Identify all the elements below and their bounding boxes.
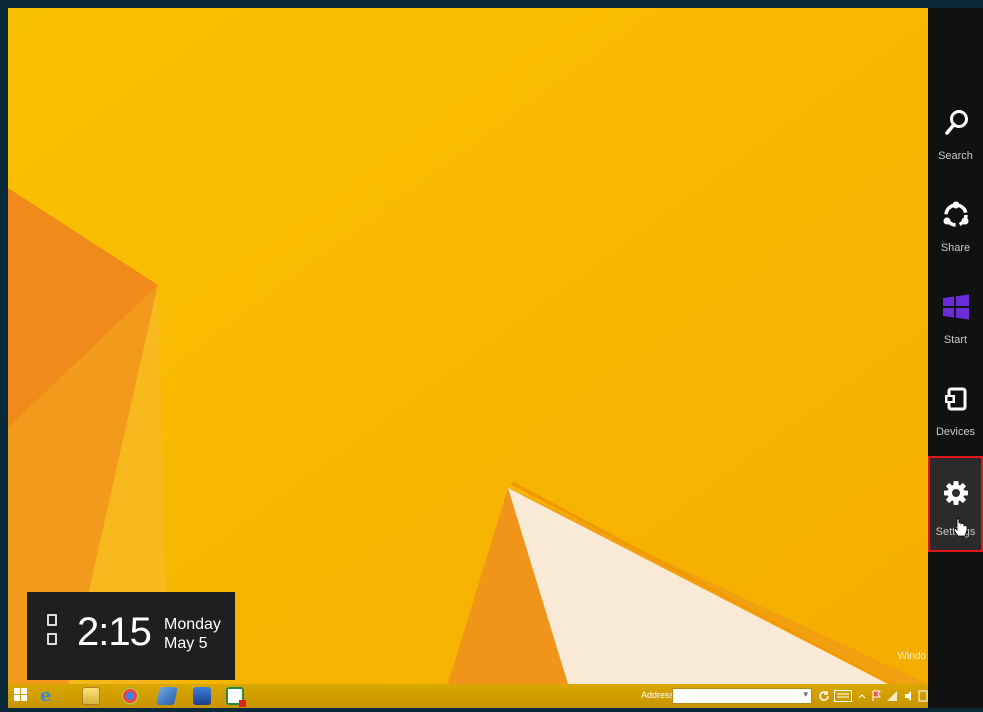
flag-icon[interactable] bbox=[872, 690, 882, 702]
charms-bar: Search Share Start Devices bbox=[928, 8, 983, 708]
chrome-icon[interactable] bbox=[121, 687, 139, 705]
internet-explorer-icon[interactable]: e bbox=[40, 687, 58, 705]
charm-search-label: Search bbox=[938, 150, 973, 162]
refresh-icon[interactable] bbox=[818, 690, 830, 702]
clock-status-icons bbox=[47, 614, 59, 652]
desktop[interactable]: Windo bbox=[8, 8, 928, 684]
tray-chevron-icon[interactable] bbox=[858, 690, 866, 702]
charm-settings[interactable]: Settings bbox=[928, 456, 983, 552]
keyboard-icon[interactable] bbox=[834, 690, 852, 702]
charm-share-label: Share bbox=[940, 242, 971, 254]
windows-logo-icon bbox=[943, 294, 969, 320]
network-tray-icon[interactable] bbox=[886, 690, 898, 702]
charm-search[interactable]: Search bbox=[928, 108, 983, 192]
volume-icon[interactable] bbox=[904, 690, 914, 702]
gear-icon bbox=[944, 481, 968, 505]
frame-border-left bbox=[0, 0, 8, 712]
file-explorer-icon[interactable] bbox=[82, 687, 100, 705]
battery-icon bbox=[47, 633, 57, 645]
watermark-text: Windo bbox=[897, 651, 926, 662]
search-icon bbox=[945, 110, 968, 135]
charm-start[interactable]: Start bbox=[928, 292, 983, 376]
charm-share[interactable]: Share bbox=[928, 200, 983, 284]
chevron-down-icon[interactable]: ▾ bbox=[803, 689, 808, 700]
clock-day: Monday bbox=[164, 616, 221, 633]
mouse-cursor-icon bbox=[954, 518, 968, 537]
windows-start-icon[interactable] bbox=[14, 688, 28, 702]
taskbar: e Address ▾ bbox=[8, 684, 928, 708]
clock-date-value: May 5 bbox=[164, 635, 208, 652]
devices-icon bbox=[945, 387, 967, 411]
clock-panel: 2:15 Monday May 5 bbox=[27, 592, 235, 680]
network-icon bbox=[47, 614, 57, 626]
frame-border-top bbox=[0, 0, 983, 8]
charm-start-label: Start bbox=[943, 334, 968, 346]
app-icon[interactable] bbox=[193, 687, 211, 705]
wallpaper bbox=[8, 8, 928, 684]
screen: Windo 2:15 Monday May 5 e Address ▾ Sear… bbox=[0, 0, 983, 712]
clock-date: Monday May 5 bbox=[164, 615, 221, 653]
charm-devices-label: Devices bbox=[935, 426, 976, 438]
app-icon[interactable] bbox=[156, 687, 178, 705]
address-input[interactable]: ▾ bbox=[672, 688, 812, 704]
address-label: Address bbox=[641, 690, 675, 700]
share-icon bbox=[943, 201, 969, 227]
clock-time: 2:15 bbox=[77, 610, 152, 654]
app-icon[interactable] bbox=[226, 687, 246, 707]
action-center-icon[interactable] bbox=[918, 690, 928, 702]
